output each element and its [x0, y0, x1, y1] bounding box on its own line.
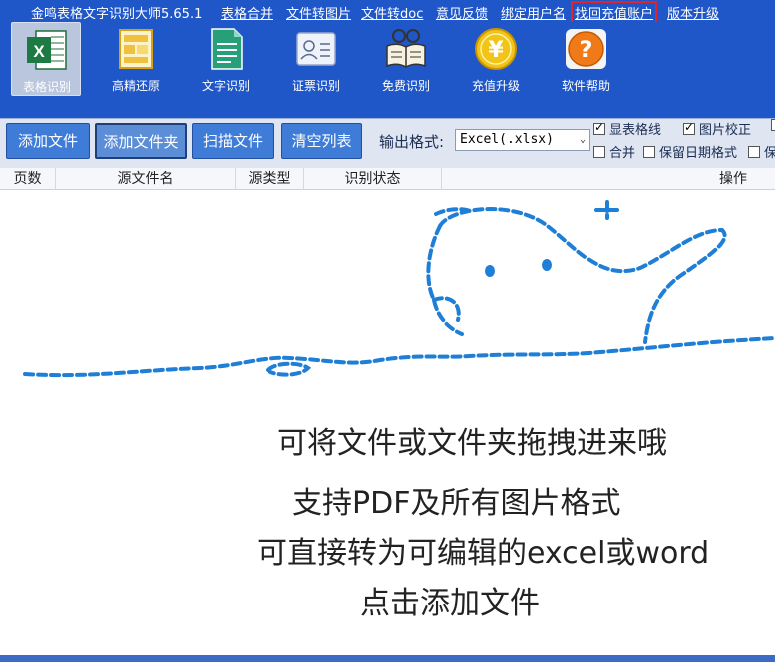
app-title: 金鸣表格文字识别大师5.65.1: [31, 7, 203, 22]
tool-high-precision[interactable]: 高精还原: [101, 22, 171, 96]
click-add-file-text[interactable]: 点击添加文件: [360, 578, 540, 622]
checkbox-label: 图片校正: [699, 123, 752, 138]
mascot-eye: [542, 259, 552, 271]
tool-label: 高精还原: [111, 79, 160, 93]
mascot-eye: [485, 265, 495, 277]
convert-hint-text: 可直接转为可编辑的excel或word: [257, 536, 710, 571]
checkbox-icon: [748, 146, 760, 158]
keep-option-checkbox[interactable]: 保: [748, 142, 775, 161]
menu-file-to-doc[interactable]: 文件转doc: [361, 3, 423, 22]
tool-free-recognition[interactable]: 免费识别: [371, 22, 441, 96]
yen-coin-icon: ¥: [475, 28, 517, 70]
tool-help[interactable]: ? 软件帮助: [551, 22, 621, 96]
drop-hint-text: 可将文件或文件夹拖拽进来哦: [277, 426, 667, 461]
show-grid-checkbox[interactable]: 显表格线: [593, 119, 661, 138]
menu-recover-account[interactable]: 找回充值账户: [570, 1, 658, 24]
output-format-label: 输出格式:: [379, 133, 445, 151]
output-format-value: Excel(.xlsx): [460, 132, 554, 147]
action-bar: 添加文件 添加文件夹 扫描文件 清空列表 输出格式: Excel(.xlsx) …: [0, 118, 775, 168]
title-bar: 金鸣表格文字识别大师5.65.1 表格合并 文件转图片 文件转doc 意见反馈 …: [0, 0, 775, 24]
tool-label: 证票识别: [291, 79, 340, 93]
id-card-icon: [296, 32, 336, 66]
checkbox-checked-icon: [683, 120, 695, 135]
tool-label: 免费识别: [381, 79, 430, 93]
tool-label: 软件帮助: [561, 79, 610, 93]
menu-feedback[interactable]: 意见反馈: [436, 3, 488, 22]
ribbon-toolbar: X 表格识别 高精还原 文字识别 证票识别 免费识别 ¥ 充值升级 ? 软件帮助: [0, 22, 775, 118]
checkbox-icon: [771, 119, 775, 131]
book-icon: [386, 29, 426, 68]
tool-recharge-upgrade[interactable]: ¥ 充值升级: [461, 22, 531, 96]
column-header-source-type[interactable]: 源类型: [236, 168, 304, 190]
output-format-select[interactable]: Excel(.xlsx) ⌄: [455, 129, 590, 151]
tool-label: 文字识别: [201, 79, 250, 93]
excel-icon: X: [27, 30, 67, 70]
svg-text:?: ?: [580, 38, 593, 63]
menu-table-merge[interactable]: 表格合并: [221, 3, 273, 22]
svg-text:X: X: [33, 42, 45, 61]
keep-date-format-checkbox[interactable]: 保留日期格式: [643, 142, 737, 161]
checkbox-label: 保留日期格式: [659, 146, 738, 161]
tool-table-recognition[interactable]: X 表格识别: [11, 22, 81, 96]
add-folder-button[interactable]: 添加文件夹: [95, 123, 187, 159]
file-drop-area[interactable]: 可将文件或文件夹拖拽进来哦 支持PDF及所有图片格式 可直接转为可编辑的exce…: [0, 190, 775, 655]
column-header-status[interactable]: 识别状态: [304, 168, 442, 190]
tool-certificate-recognition[interactable]: 证票识别: [281, 22, 351, 96]
tool-label: 充值升级: [471, 79, 520, 93]
checkbox-label: 保: [764, 146, 775, 161]
menu-file-to-image[interactable]: 文件转图片: [286, 3, 351, 22]
chevron-down-icon: ⌄: [579, 134, 586, 145]
tool-label: 表格识别: [22, 80, 71, 94]
menu-upgrade[interactable]: 版本升级: [667, 3, 719, 22]
checkbox-label: 合并: [609, 146, 636, 161]
column-header-source-filename[interactable]: 源文件名: [56, 168, 236, 190]
image-correct-checkbox[interactable]: 图片校正: [683, 119, 751, 138]
tool-text-recognition[interactable]: 文字识别: [191, 22, 261, 96]
clear-list-button[interactable]: 清空列表: [281, 123, 362, 159]
checkbox-icon: [593, 146, 605, 158]
svg-text:¥: ¥: [488, 38, 504, 63]
mascot-illustration: [23, 200, 775, 378]
menu-bind-username[interactable]: 绑定用户名: [501, 3, 566, 22]
add-file-button[interactable]: 添加文件: [6, 123, 90, 159]
checkbox-checked-icon: [593, 120, 605, 135]
bottom-bar: [0, 655, 775, 662]
file-table-header: 页数 源文件名 源类型 识别状态 操作: [0, 168, 775, 190]
column-header-actions[interactable]: 操作: [442, 168, 775, 190]
help-icon: ?: [566, 29, 606, 69]
checkbox-label: 显表格线: [609, 123, 662, 138]
merge-checkbox[interactable]: 合并: [593, 142, 635, 161]
layout-icon: [119, 29, 153, 69]
format-support-text: 支持PDF及所有图片格式: [292, 486, 621, 521]
document-icon: [211, 28, 243, 70]
column-header-pages[interactable]: 页数: [0, 168, 56, 190]
checkbox-icon: [643, 146, 655, 158]
scan-file-button[interactable]: 扫描文件: [192, 123, 274, 159]
extra-checkbox-row1[interactable]: [771, 119, 775, 134]
